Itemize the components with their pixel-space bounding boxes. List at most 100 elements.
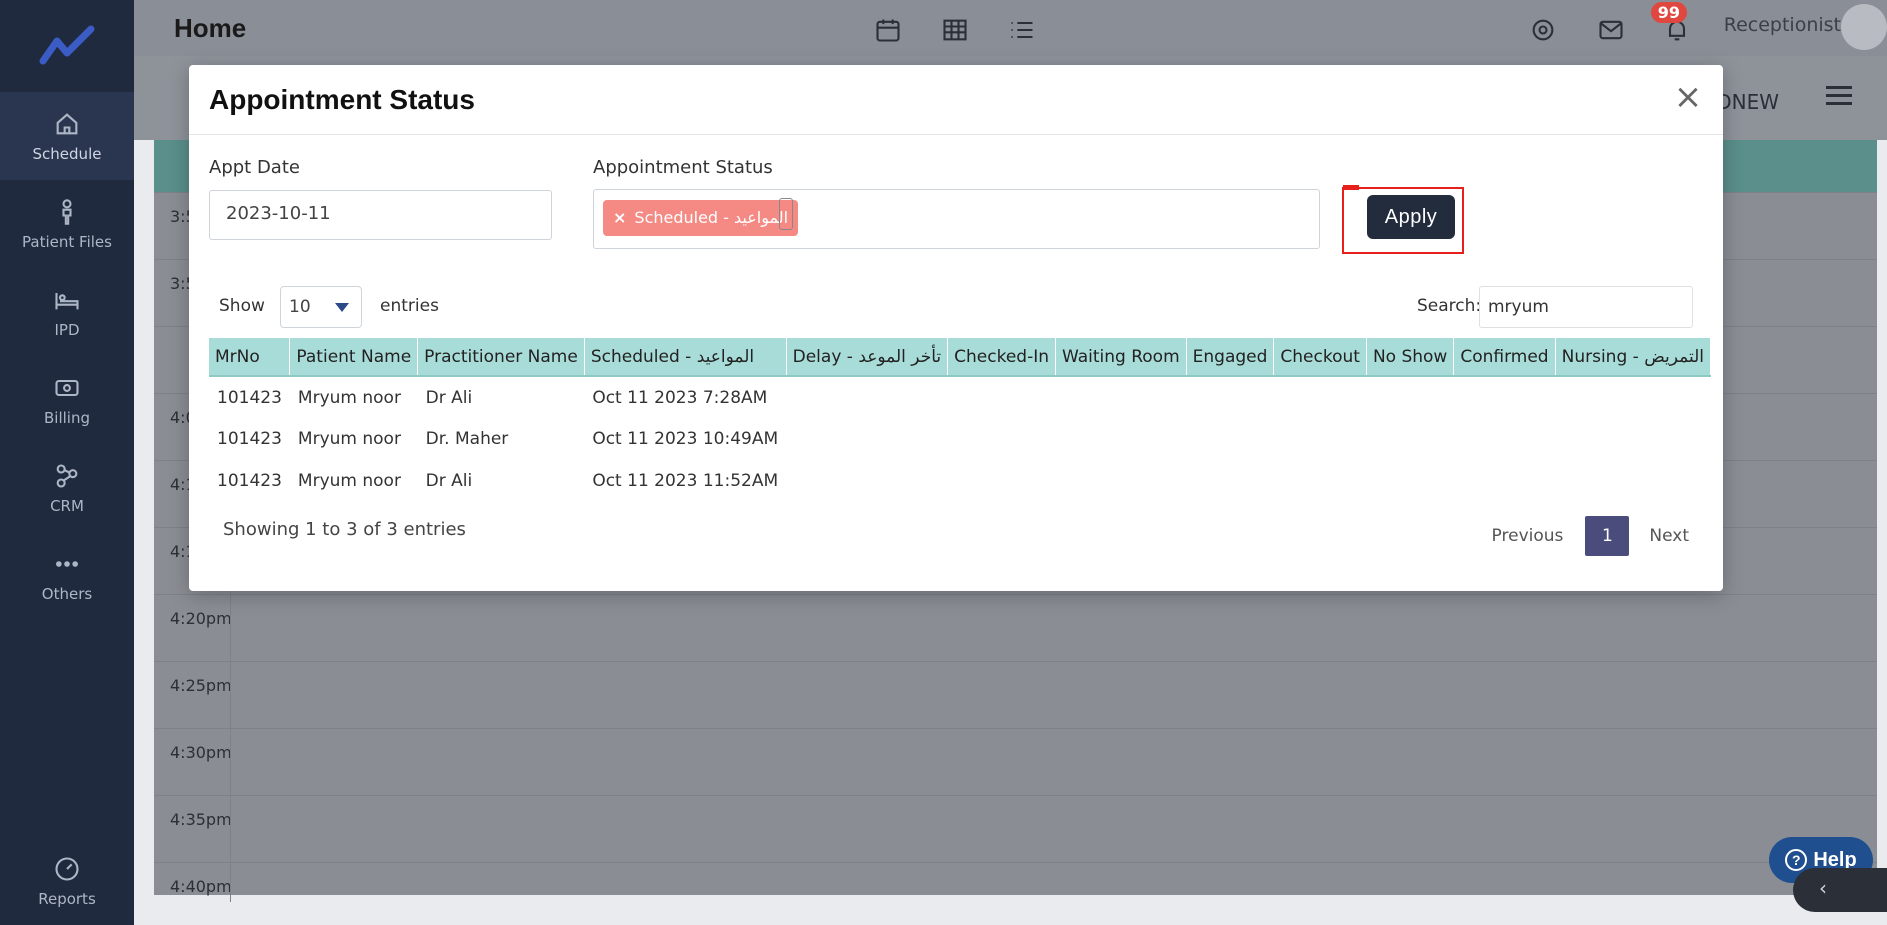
table-info: Showing 1 to 3 of 3 entries bbox=[223, 519, 466, 540]
column-header[interactable]: Engaged bbox=[1186, 338, 1275, 377]
calendar-icon[interactable] bbox=[874, 16, 902, 44]
app-logo[interactable] bbox=[0, 0, 134, 92]
cell-delay bbox=[786, 460, 948, 502]
close-icon[interactable]: × bbox=[1673, 80, 1703, 114]
cell-patient-name: Mryum noor bbox=[297, 471, 401, 491]
cell-practitioner: Dr Ali bbox=[425, 471, 473, 491]
time-slot: 4:30pm bbox=[154, 728, 1877, 795]
bed-icon bbox=[52, 285, 82, 315]
entries-select[interactable]: 10 bbox=[280, 286, 362, 328]
appt-date-input[interactable]: 2023-10-11 bbox=[209, 190, 552, 240]
grid-icon[interactable] bbox=[941, 16, 969, 44]
column-header[interactable]: Delay - تأخر الموعد bbox=[786, 338, 949, 377]
pagination: Previous 1 Next bbox=[1492, 516, 1689, 556]
sidebar-item-ipd[interactable]: IPD bbox=[0, 268, 134, 356]
appt-date-label: Appt Date bbox=[209, 157, 300, 178]
cell-practitioner: Dr. Maher bbox=[425, 429, 509, 449]
column-header[interactable]: Scheduled - المواعيد bbox=[584, 338, 787, 377]
appointment-status-modal: Appointment Status × Appt Date 2023-10-1… bbox=[189, 65, 1723, 591]
cell-engaged bbox=[1186, 460, 1274, 502]
appointment-status-label: Appointment Status bbox=[593, 157, 773, 178]
cell-confirmed bbox=[1454, 376, 1555, 418]
cell-no-show bbox=[1366, 418, 1453, 460]
person-icon bbox=[52, 197, 82, 227]
sidebar-item-reports[interactable]: Reports bbox=[0, 837, 134, 925]
collapse-dock-button[interactable]: ‹ bbox=[1793, 868, 1887, 912]
cell-waiting-room bbox=[1056, 460, 1187, 502]
status-tag-label: Scheduled - المواعيد bbox=[634, 208, 789, 227]
notification-badge: 99 bbox=[1650, 2, 1687, 23]
sidebar-item-label: CRM bbox=[50, 497, 84, 515]
column-header[interactable]: Checked-In bbox=[947, 338, 1056, 377]
appointments-table: MrNo Patient Name Practitioner Name Sche… bbox=[209, 338, 1712, 502]
column-header[interactable]: No Show bbox=[1366, 338, 1455, 377]
sidebar-item-billing[interactable]: Billing bbox=[0, 356, 134, 444]
cell-nursing bbox=[1555, 418, 1710, 460]
hamburger-icon[interactable] bbox=[1826, 86, 1852, 108]
question-icon: ? bbox=[1785, 849, 1808, 871]
cell-patient-name: Mryum noor bbox=[297, 429, 401, 449]
cell-checked-in bbox=[948, 460, 1056, 502]
next-page-button[interactable]: Next bbox=[1649, 526, 1689, 546]
cell-mrno: 101423 bbox=[217, 429, 282, 449]
column-header[interactable]: Checkout bbox=[1273, 338, 1367, 377]
previous-page-button[interactable]: Previous bbox=[1492, 526, 1564, 546]
appointment-status-select[interactable]: × Scheduled - المواعيد bbox=[593, 189, 1320, 249]
cell-nursing bbox=[1555, 376, 1710, 418]
column-header[interactable]: Patient Name bbox=[289, 338, 419, 377]
list-icon[interactable] bbox=[1008, 16, 1036, 44]
remove-tag-icon[interactable]: × bbox=[613, 208, 626, 227]
column-header[interactable]: Waiting Room bbox=[1055, 338, 1187, 377]
column-header[interactable]: MrNo bbox=[209, 338, 291, 377]
cell-checked-in bbox=[948, 376, 1056, 418]
column-header[interactable]: Nursing - التمريض bbox=[1555, 338, 1712, 377]
mail-icon[interactable] bbox=[1597, 16, 1625, 44]
cell-checkout bbox=[1274, 460, 1367, 502]
status-tag: × Scheduled - المواعيد bbox=[603, 200, 799, 236]
cell-scheduled: Oct 11 2023 10:49AM bbox=[592, 429, 779, 449]
entries-value: 10 bbox=[289, 297, 311, 317]
gear-icon[interactable] bbox=[1529, 16, 1557, 44]
sidebar-item-others[interactable]: Others bbox=[0, 532, 134, 620]
cell-confirmed bbox=[1454, 418, 1555, 460]
top-bar: Home 99 Receptionist bbox=[134, 0, 1887, 56]
column-header[interactable]: Practitioner Name bbox=[417, 338, 585, 377]
user-role[interactable]: Receptionist bbox=[1724, 14, 1841, 36]
cell-confirmed bbox=[1454, 460, 1555, 502]
tag-search-input[interactable] bbox=[779, 198, 793, 230]
show-label: Show bbox=[219, 296, 265, 316]
search-input[interactable]: mryum bbox=[1479, 286, 1693, 328]
cell-delay bbox=[786, 418, 948, 460]
time-slot: 4:20pm bbox=[154, 594, 1877, 661]
avatar[interactable] bbox=[1841, 4, 1887, 50]
table-row[interactable]: 101423 Mryum noor Dr Ali Oct 11 2023 11:… bbox=[209, 460, 1711, 502]
modal-header: Appointment Status × bbox=[189, 65, 1723, 135]
logo-icon bbox=[39, 25, 95, 65]
cell-patient-name: Mryum noor bbox=[297, 387, 401, 408]
time-slot: 4:40pm bbox=[154, 862, 1877, 902]
cell-checkout bbox=[1274, 376, 1367, 418]
apply-button[interactable]: Apply bbox=[1367, 195, 1455, 239]
page-button-current[interactable]: 1 bbox=[1585, 516, 1630, 556]
sidebar-item-crm[interactable]: CRM bbox=[0, 444, 134, 532]
network-icon bbox=[52, 461, 82, 491]
cell-no-show bbox=[1366, 376, 1453, 418]
table-row[interactable]: 101423 Mryum noor Dr. Maher Oct 11 2023 … bbox=[209, 418, 1711, 460]
sidebar-item-schedule[interactable]: Schedule bbox=[0, 92, 134, 180]
dots-icon bbox=[52, 549, 82, 579]
cell-mrno: 101423 bbox=[217, 387, 282, 408]
sidebar-item-label: Schedule bbox=[32, 145, 102, 163]
sidebar: Schedule Patient Files IPD Billing CRM O… bbox=[0, 0, 134, 925]
sidebar-item-patient-files[interactable]: Patient Files bbox=[0, 180, 134, 268]
sidebar-item-label: Others bbox=[41, 585, 93, 603]
home-icon bbox=[52, 109, 82, 139]
cell-checked-in bbox=[948, 418, 1056, 460]
table-header-row: MrNo Patient Name Practitioner Name Sche… bbox=[209, 338, 1712, 377]
time-slot: 4:35pm bbox=[154, 795, 1877, 862]
gauge-icon bbox=[52, 854, 82, 884]
cash-icon bbox=[52, 373, 82, 403]
sidebar-item-label: Billing bbox=[44, 409, 90, 427]
sidebar-item-label: IPD bbox=[54, 321, 80, 339]
table-row[interactable]: 101423 Mryum noor Dr Ali Oct 11 2023 7:2… bbox=[209, 376, 1711, 418]
column-header[interactable]: Confirmed bbox=[1453, 338, 1556, 377]
